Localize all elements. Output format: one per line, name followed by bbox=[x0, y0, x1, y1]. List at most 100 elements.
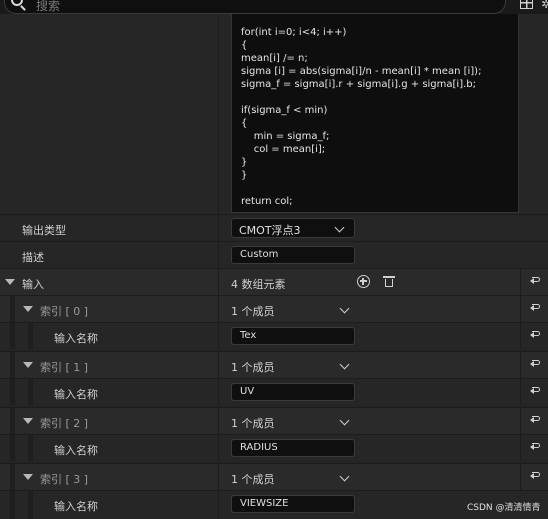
code-row: for(int i=0; i<4; i++) { mean[i] /= n; s… bbox=[0, 14, 548, 214]
chevron-down-icon[interactable] bbox=[339, 303, 350, 314]
inputs-count: 4 数组元素 bbox=[231, 278, 286, 291]
grid-view-icon[interactable] bbox=[520, 0, 533, 9]
reset-icon[interactable] bbox=[530, 416, 540, 424]
output-type-value: CMOT浮点3 bbox=[239, 224, 301, 237]
indent-bar bbox=[28, 435, 33, 461]
members-count: 1 个成员 bbox=[231, 361, 275, 374]
description-row: 描述 Custom bbox=[0, 241, 548, 268]
output-type-label: 输出类型 bbox=[22, 224, 66, 237]
chevron-down-icon bbox=[334, 222, 345, 233]
input-name-label: 输入名称 bbox=[54, 388, 98, 401]
collapse-arrow-icon[interactable] bbox=[23, 418, 33, 424]
inputs-row: 输入 4 数组元素 bbox=[0, 268, 548, 295]
reset-icon[interactable] bbox=[530, 443, 540, 451]
reset-icon[interactable] bbox=[530, 387, 540, 395]
code-line: min = sigma_f; bbox=[241, 131, 330, 142]
collapse-arrow-icon[interactable] bbox=[23, 306, 33, 312]
input-name-label: 输入名称 bbox=[54, 500, 98, 513]
indent-bar bbox=[28, 379, 33, 405]
input-name-value: UV bbox=[240, 386, 255, 397]
watermark: CSDN @清清情青 bbox=[467, 503, 541, 513]
index-row: 索引 [ 1 ] 1 个成员 bbox=[0, 351, 548, 378]
description-label: 描述 bbox=[22, 251, 44, 264]
indent-bar bbox=[10, 491, 15, 519]
index-label: 索引 [ 3 ] bbox=[40, 473, 89, 486]
collapse-arrow-icon[interactable] bbox=[23, 474, 33, 480]
reset-icon[interactable] bbox=[530, 331, 540, 339]
column-divider bbox=[520, 352, 521, 378]
description-field[interactable]: Custom bbox=[231, 246, 355, 264]
column-divider bbox=[218, 269, 219, 295]
code-line: for(int i=0; i<4; i++) bbox=[241, 27, 347, 38]
gear-icon[interactable]: ✲ bbox=[541, 0, 548, 11]
add-element-icon[interactable] bbox=[357, 275, 370, 288]
indent-bar bbox=[28, 491, 33, 519]
indent-bar bbox=[10, 464, 15, 490]
inputs-label: 输入 bbox=[22, 278, 44, 291]
column-divider bbox=[218, 408, 219, 434]
indent-bar bbox=[10, 296, 15, 322]
search-bar: 搜索 ✲ bbox=[0, 0, 548, 14]
index-label: 索引 [ 1 ] bbox=[40, 361, 89, 374]
indent-bar bbox=[10, 379, 15, 405]
chevron-down-icon[interactable] bbox=[339, 359, 350, 370]
input-name-value: Tex bbox=[240, 330, 257, 341]
input-name-value: VIEWSIZE bbox=[240, 498, 289, 509]
code-editor[interactable]: for(int i=0; i<4; i++) { mean[i] /= n; s… bbox=[231, 14, 519, 213]
collapse-arrow-icon[interactable] bbox=[23, 362, 33, 368]
input-name-row: 输入名称 RADIUS bbox=[0, 434, 548, 461]
input-name-label: 输入名称 bbox=[54, 332, 98, 345]
input-name-field[interactable]: VIEWSIZE bbox=[231, 495, 355, 513]
indent-bar bbox=[10, 408, 15, 434]
column-divider bbox=[218, 323, 219, 349]
index-label: 索引 [ 0 ] bbox=[40, 305, 89, 318]
indent-bar bbox=[28, 323, 33, 349]
code-line: return col; bbox=[241, 196, 293, 207]
column-divider bbox=[218, 215, 219, 241]
trash-icon[interactable] bbox=[383, 276, 395, 288]
indent-bar bbox=[10, 435, 15, 461]
search-input[interactable] bbox=[4, 0, 506, 14]
code-line: sigma [i] = abs(sigma[i]/n - mean[i] * m… bbox=[241, 66, 482, 77]
column-divider bbox=[520, 408, 521, 434]
members-count: 1 个成员 bbox=[231, 417, 275, 430]
column-divider bbox=[218, 491, 219, 519]
members-count: 1 个成员 bbox=[231, 305, 275, 318]
reset-icon[interactable] bbox=[530, 277, 540, 285]
input-name-field[interactable]: RADIUS bbox=[231, 439, 355, 457]
input-name-row: 输入名称 VIEWSIZE bbox=[0, 490, 548, 519]
members-count: 1 个成员 bbox=[231, 473, 275, 486]
column-divider bbox=[520, 464, 521, 490]
column-divider bbox=[520, 323, 521, 349]
reset-icon[interactable] bbox=[530, 304, 540, 312]
column-divider bbox=[218, 464, 219, 490]
code-line: { bbox=[241, 118, 248, 129]
reset-icon[interactable] bbox=[530, 360, 540, 368]
input-name-row: 输入名称 UV bbox=[0, 378, 548, 405]
chevron-down-icon[interactable] bbox=[339, 415, 350, 426]
description-value: Custom bbox=[240, 249, 279, 260]
input-name-value: RADIUS bbox=[240, 442, 278, 453]
output-type-dropdown[interactable]: CMOT浮点3 bbox=[231, 218, 355, 238]
search-placeholder: 搜索 bbox=[36, 0, 61, 13]
column-divider bbox=[218, 242, 219, 268]
input-name-row: 输入名称 Tex bbox=[0, 322, 548, 349]
code-line: if(sigma_f < min) bbox=[241, 105, 328, 116]
column-divider bbox=[218, 352, 219, 378]
reset-icon[interactable] bbox=[530, 472, 540, 480]
input-name-label: 输入名称 bbox=[54, 444, 98, 457]
chevron-down-icon[interactable] bbox=[339, 471, 350, 482]
column-divider bbox=[520, 379, 521, 405]
column-divider bbox=[520, 269, 521, 295]
code-line: { bbox=[241, 40, 248, 51]
column-divider bbox=[218, 435, 219, 461]
index-row: 索引 [ 2 ] 1 个成员 bbox=[0, 407, 548, 434]
column-divider bbox=[218, 296, 219, 322]
input-name-field[interactable]: UV bbox=[231, 383, 355, 401]
input-name-field[interactable]: Tex bbox=[231, 327, 355, 345]
index-label: 索引 [ 2 ] bbox=[40, 417, 89, 430]
indent-bar bbox=[10, 323, 15, 349]
column-divider bbox=[520, 296, 521, 322]
collapse-arrow-icon[interactable] bbox=[5, 279, 15, 285]
code-line: } bbox=[241, 157, 248, 168]
